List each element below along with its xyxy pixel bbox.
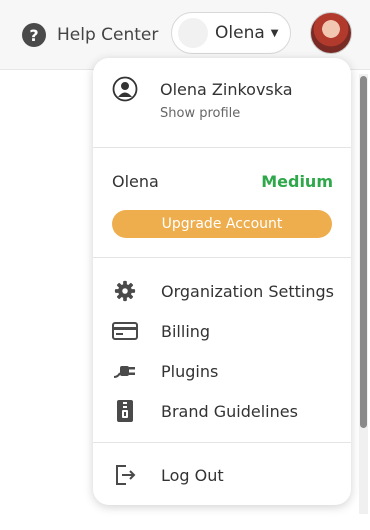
profile-name: Olena Zinkovska: [160, 80, 293, 99]
menu-item-plugins[interactable]: Plugins: [93, 352, 351, 390]
logout-label: Log Out: [161, 465, 224, 485]
help-center-link[interactable]: ? Help Center: [22, 22, 158, 48]
help-icon: ?: [22, 23, 46, 47]
menu-item-brand-guidelines[interactable]: Brand Guidelines: [93, 392, 351, 430]
plan-badge: Medium: [261, 172, 333, 191]
plug-icon: [112, 358, 138, 384]
menu-item-label: Brand Guidelines: [161, 401, 298, 421]
menu-item-organization-settings[interactable]: Organization Settings: [93, 272, 351, 310]
scrollbar[interactable]: [359, 74, 368, 514]
divider: [93, 147, 351, 148]
divider: [93, 257, 351, 258]
menu-item-billing[interactable]: Billing: [93, 312, 351, 350]
account-dropdown: Olena Zinkovska Show profile Olena Mediu…: [93, 58, 351, 505]
user-icon: [112, 76, 138, 106]
gear-icon: [112, 278, 138, 304]
menu-item-label: Plugins: [161, 361, 219, 381]
divider: [93, 442, 351, 443]
account-menu-button[interactable]: Olena ▼: [171, 12, 291, 54]
chevron-down-icon: ▼: [270, 27, 279, 39]
menu-item-label: Organization Settings: [161, 281, 334, 301]
avatar[interactable]: [310, 12, 352, 54]
help-center-label: Help Center: [57, 25, 159, 45]
show-profile-item[interactable]: Olena Zinkovska Show profile: [93, 58, 351, 146]
logout-icon: [112, 462, 138, 488]
account-avatar-placeholder: [178, 18, 208, 48]
logout-item[interactable]: Log Out: [93, 456, 351, 494]
show-profile-link: Show profile: [160, 106, 241, 121]
upgrade-account-button[interactable]: Upgrade Account: [112, 210, 332, 238]
credit-card-icon: [112, 318, 138, 344]
account-name: Olena: [215, 23, 265, 43]
menu-item-label: Billing: [161, 321, 211, 341]
scrollbar-thumb[interactable]: [360, 76, 367, 428]
plan-user-name: Olena: [112, 172, 159, 191]
guidelines-icon: [112, 398, 138, 424]
